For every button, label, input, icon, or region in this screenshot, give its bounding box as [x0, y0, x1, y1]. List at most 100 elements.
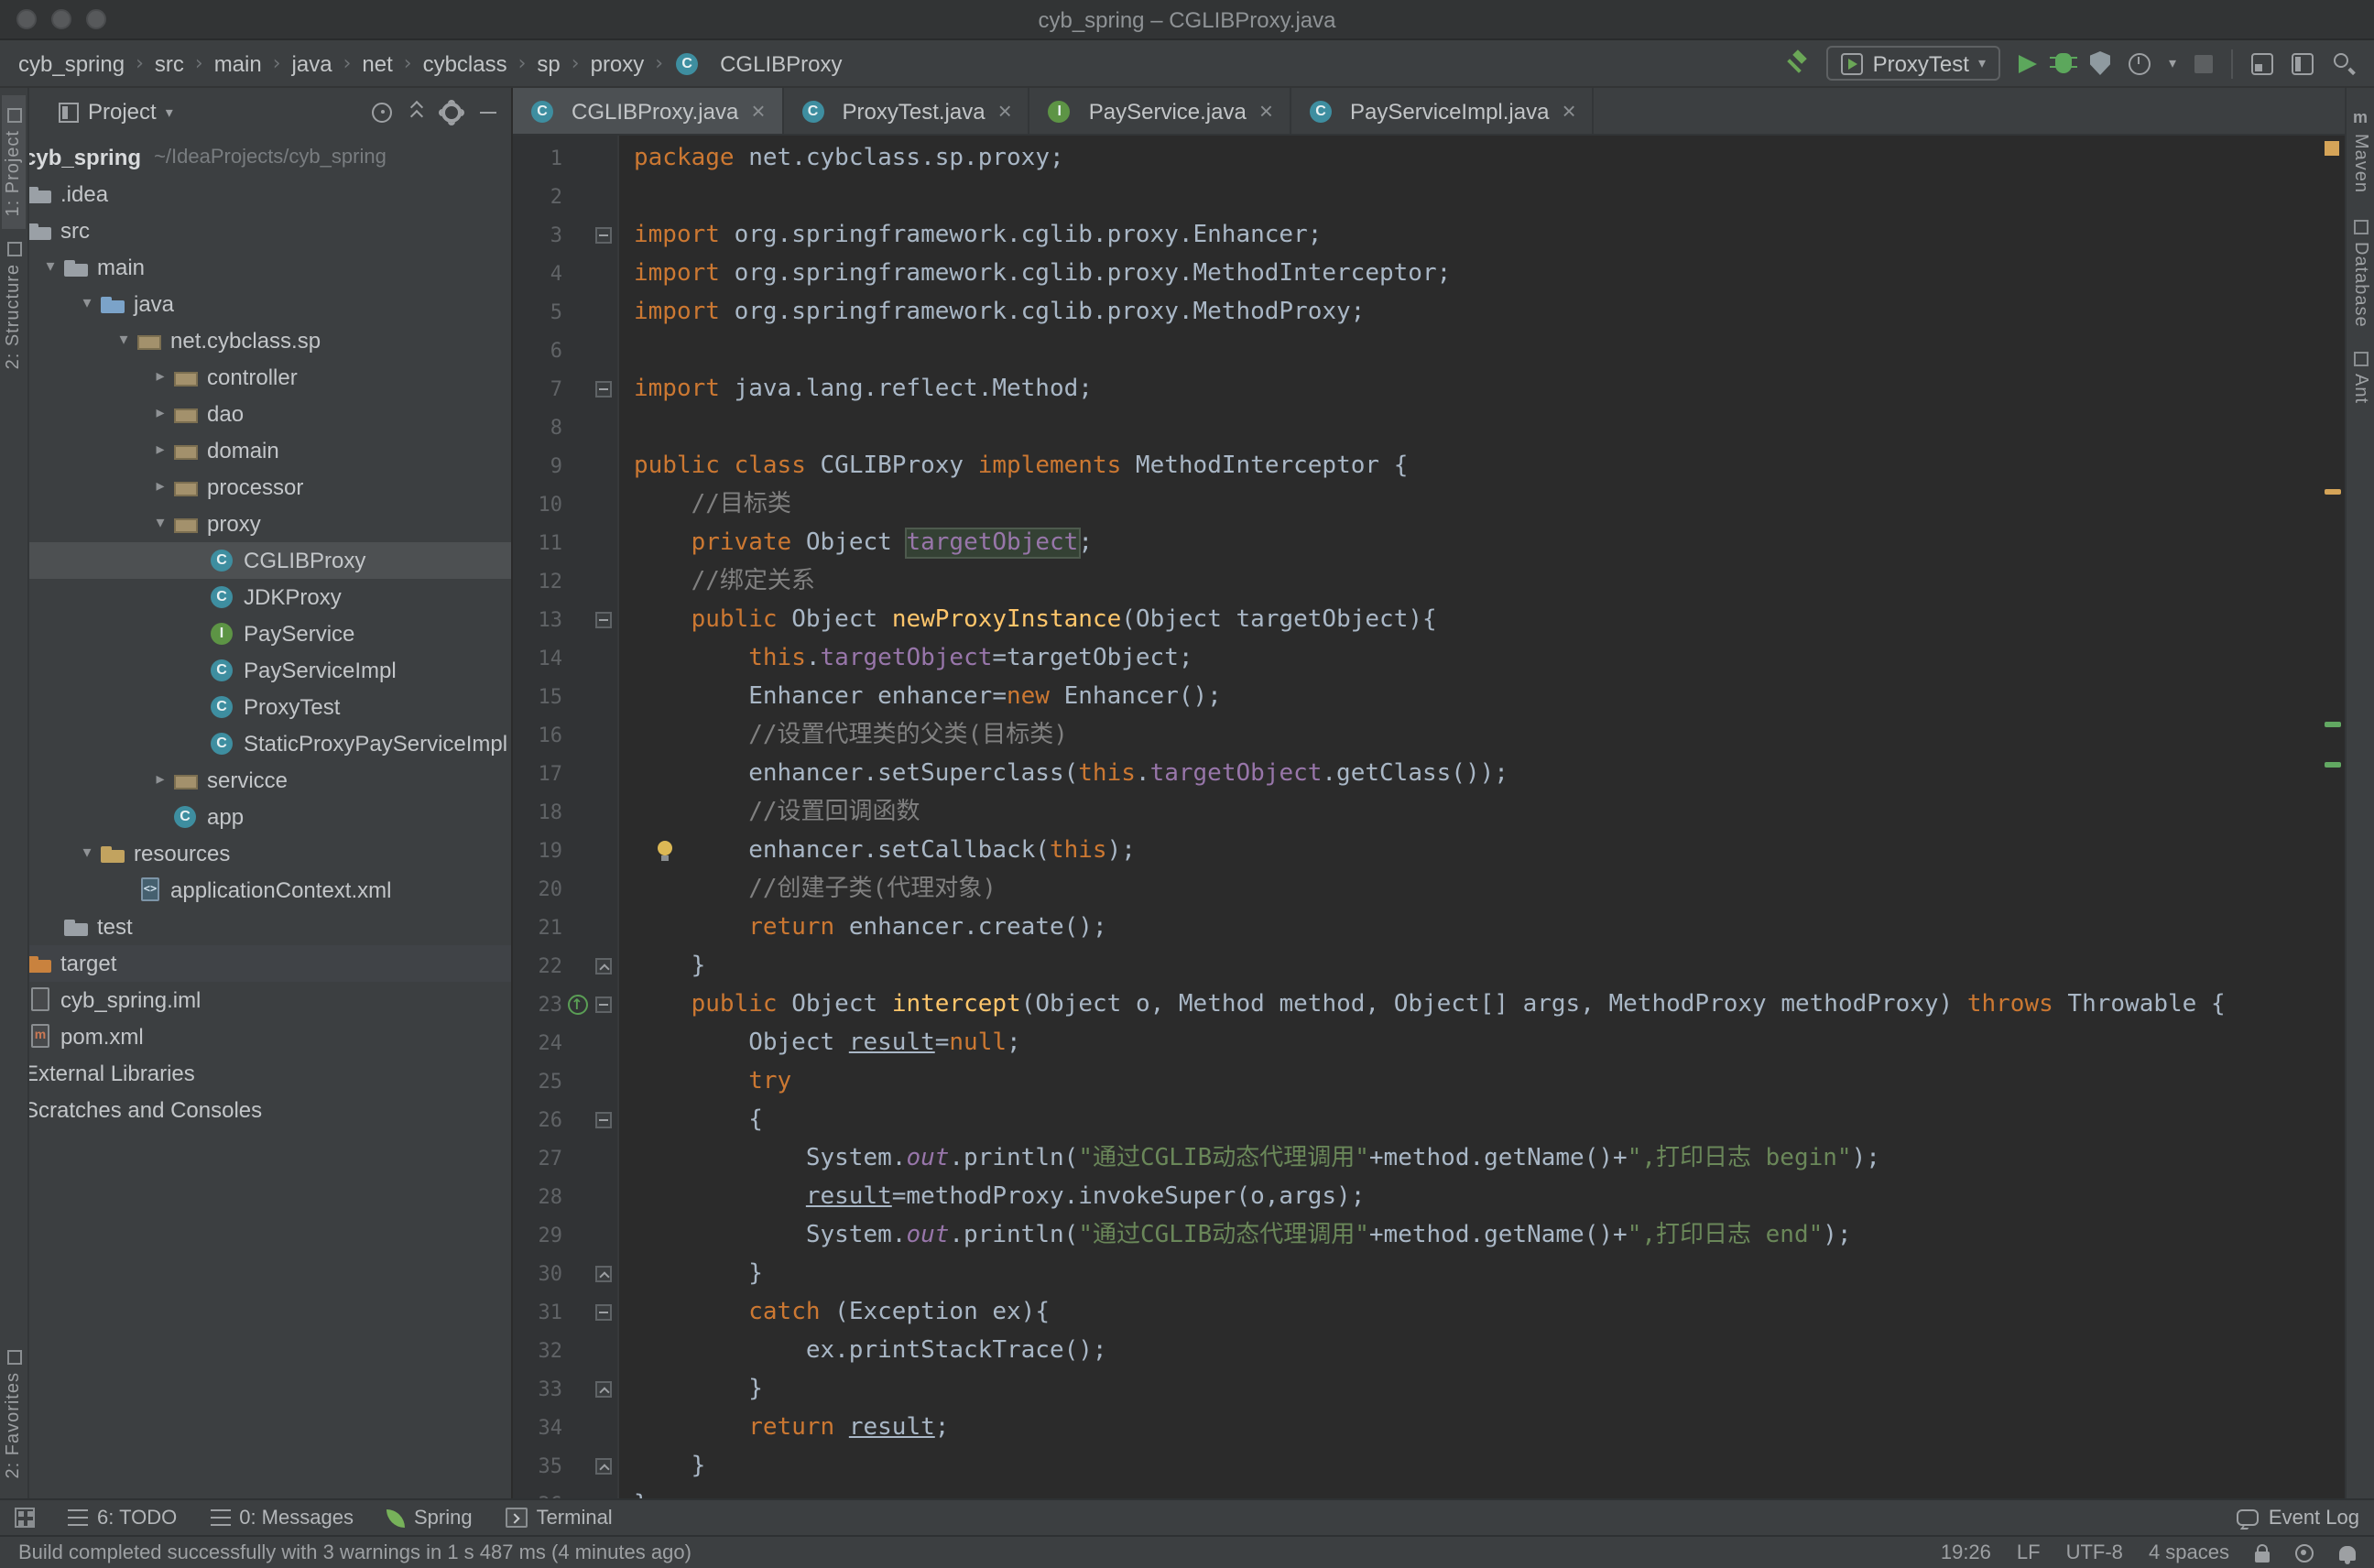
- fold-collapse-icon[interactable]: [595, 381, 612, 397]
- breadcrumb-item[interactable]: CGLIBProxy: [720, 50, 842, 76]
- close-window-button[interactable]: [16, 9, 37, 29]
- tree-collapse-arrow-icon[interactable]: ▾: [112, 332, 136, 350]
- fold-collapse-icon[interactable]: [595, 996, 612, 1013]
- code-line[interactable]: catch (Exception ex){: [634, 1293, 2345, 1332]
- collapse-all-icon[interactable]: [407, 101, 427, 123]
- code-line[interactable]: }: [634, 1447, 2345, 1486]
- code-line[interactable]: try: [634, 1062, 2345, 1101]
- editor-code[interactable]: package net.cybclass.sp.proxy; import org…: [619, 136, 2345, 1498]
- code-line[interactable]: //目标类: [634, 485, 2345, 524]
- tree-expand-arrow-icon[interactable]: ▸: [148, 771, 172, 789]
- run-config-select[interactable]: ProxyTest ▾: [1827, 46, 2000, 81]
- code-line[interactable]: }: [634, 1370, 2345, 1409]
- debug-icon[interactable]: [2055, 53, 2072, 73]
- code-line[interactable]: public class CGLIBProxy implements Metho…: [634, 447, 2345, 485]
- tree-node[interactable]: ▾src: [29, 212, 511, 249]
- editor-tab[interactable]: PayServiceImpl.java×: [1291, 88, 1595, 134]
- tool-windows-icon[interactable]: [2251, 52, 2273, 74]
- indent-style[interactable]: 4 spaces: [2149, 1541, 2229, 1563]
- code-line[interactable]: [634, 332, 2345, 370]
- editor-tab[interactable]: CGLIBProxy.java×: [513, 88, 784, 134]
- code-line[interactable]: [634, 408, 2345, 447]
- file-encoding[interactable]: UTF-8: [2066, 1541, 2123, 1563]
- layout-icon[interactable]: [2292, 52, 2314, 74]
- tree-collapse-arrow-icon[interactable]: ▾: [148, 515, 172, 533]
- code-line[interactable]: public Object newProxyInstance(Object ta…: [634, 601, 2345, 639]
- code-line[interactable]: }: [634, 947, 2345, 985]
- tree-node[interactable]: applicationContext.xml: [29, 872, 511, 909]
- tool-stripe-button[interactable]: 2: Structure: [2, 230, 26, 383]
- code-line[interactable]: import org.springframework.cglib.proxy.M…: [634, 255, 2345, 293]
- tree-node[interactable]: ▸servicce: [29, 762, 511, 799]
- fold-collapse-icon[interactable]: [595, 1112, 612, 1128]
- fold-collapse-icon[interactable]: [595, 1304, 612, 1321]
- code-line[interactable]: result=methodProxy.invokeSuper(o,args);: [634, 1178, 2345, 1216]
- code-line[interactable]: //绑定关系: [634, 562, 2345, 601]
- search-icon[interactable]: [2332, 51, 2356, 75]
- caret-position[interactable]: 19:26: [1941, 1541, 1991, 1563]
- tab-close-icon[interactable]: ×: [1259, 99, 1273, 123]
- breadcrumb-item[interactable]: main: [214, 50, 262, 76]
- code-line[interactable]: //设置回调函数: [634, 793, 2345, 832]
- code-line[interactable]: [634, 178, 2345, 216]
- bottom-tool-button[interactable]: Event Log: [2238, 1507, 2359, 1529]
- tree-node[interactable]: ▾java: [29, 286, 511, 322]
- tab-close-icon[interactable]: ×: [1562, 99, 1575, 123]
- breadcrumb-item[interactable]: src: [155, 50, 184, 76]
- lock-icon[interactable]: [2255, 1551, 2270, 1562]
- tree-node[interactable]: ▾net.cybclass.sp: [29, 322, 511, 359]
- code-line[interactable]: System.out.println("通过CGLIB动态代理调用"+metho…: [634, 1139, 2345, 1178]
- chevron-down-icon[interactable]: ▾: [166, 103, 173, 120]
- tree-node[interactable]: PayServiceImpl: [29, 652, 511, 689]
- code-line[interactable]: enhancer.setCallback(this);: [634, 832, 2345, 870]
- code-line[interactable]: }: [634, 1255, 2345, 1293]
- tree-collapse-arrow-icon[interactable]: ▾: [75, 295, 99, 313]
- tree-node[interactable]: ProxyTest: [29, 689, 511, 725]
- code-line[interactable]: package net.cybclass.sp.proxy;: [634, 139, 2345, 178]
- breadcrumb-item[interactable]: java: [292, 50, 332, 76]
- error-stripe-mark[interactable]: [2325, 490, 2341, 495]
- bottom-tool-button[interactable]: Spring: [387, 1507, 473, 1529]
- code-line[interactable]: //设置代理类的父类(目标类): [634, 716, 2345, 755]
- tree-node[interactable]: ▾resources: [29, 835, 511, 872]
- tool-stripe-button[interactable]: Ant: [2348, 340, 2372, 418]
- tool-switcher-icon[interactable]: [15, 1508, 35, 1528]
- tree-expand-arrow-icon[interactable]: ▸: [148, 368, 172, 387]
- tree-node[interactable]: app: [29, 799, 511, 835]
- code-line[interactable]: public Object intercept(Object o, Method…: [634, 985, 2345, 1024]
- tree-node[interactable]: PayService: [29, 615, 511, 652]
- tree-node[interactable]: ▸controller: [29, 359, 511, 396]
- tree-node[interactable]: ▸dao: [29, 396, 511, 432]
- tree-node[interactable]: pom.xml: [29, 1018, 511, 1055]
- code-line[interactable]: enhancer.setSuperclass(this.targetObject…: [634, 755, 2345, 793]
- tree-collapse-arrow-icon[interactable]: ▾: [75, 844, 99, 863]
- tree-expand-arrow-icon[interactable]: ▸: [148, 478, 172, 496]
- tree-node[interactable]: ▸.idea: [29, 176, 511, 212]
- breadcrumb-item[interactable]: proxy: [591, 50, 645, 76]
- profiler-icon[interactable]: [2129, 52, 2151, 74]
- fold-collapse-icon[interactable]: [595, 612, 612, 628]
- implements-icon[interactable]: ↑: [567, 995, 587, 1015]
- code-line[interactable]: //创建子类(代理对象): [634, 870, 2345, 909]
- breadcrumb-item[interactable]: cybclass: [423, 50, 507, 76]
- tree-node[interactable]: ▾main: [29, 249, 511, 286]
- editor-tab[interactable]: PayService.java×: [1030, 88, 1291, 134]
- bottom-tool-button[interactable]: Terminal: [506, 1507, 613, 1529]
- fold-end-icon[interactable]: [595, 1381, 612, 1398]
- code-line[interactable]: {: [634, 1101, 2345, 1139]
- code-line[interactable]: Enhancer enhancer=new Enhancer();: [634, 678, 2345, 716]
- code-line[interactable]: System.out.println("通过CGLIB动态代理调用"+metho…: [634, 1216, 2345, 1255]
- tool-stripe-button[interactable]: 2: Favorites: [2, 1337, 26, 1492]
- error-stripe-mark[interactable]: [2325, 722, 2341, 727]
- code-line[interactable]: this.targetObject=targetObject;: [634, 639, 2345, 678]
- fold-collapse-icon[interactable]: [595, 227, 612, 244]
- tree-node[interactable]: ▸processor: [29, 469, 511, 506]
- tree-node[interactable]: JDKProxy: [29, 579, 511, 615]
- project-panel-title[interactable]: Project: [88, 99, 157, 125]
- breadcrumb-item[interactable]: net: [362, 50, 392, 76]
- tree-collapse-arrow-icon[interactable]: ▾: [38, 258, 62, 277]
- bottom-tool-button[interactable]: 6: TODO: [68, 1507, 177, 1529]
- code-line[interactable]: return result;: [634, 1409, 2345, 1447]
- code-line[interactable]: private Object targetObject;: [634, 524, 2345, 562]
- tree-node[interactable]: StaticProxyPayServiceImpl: [29, 725, 511, 762]
